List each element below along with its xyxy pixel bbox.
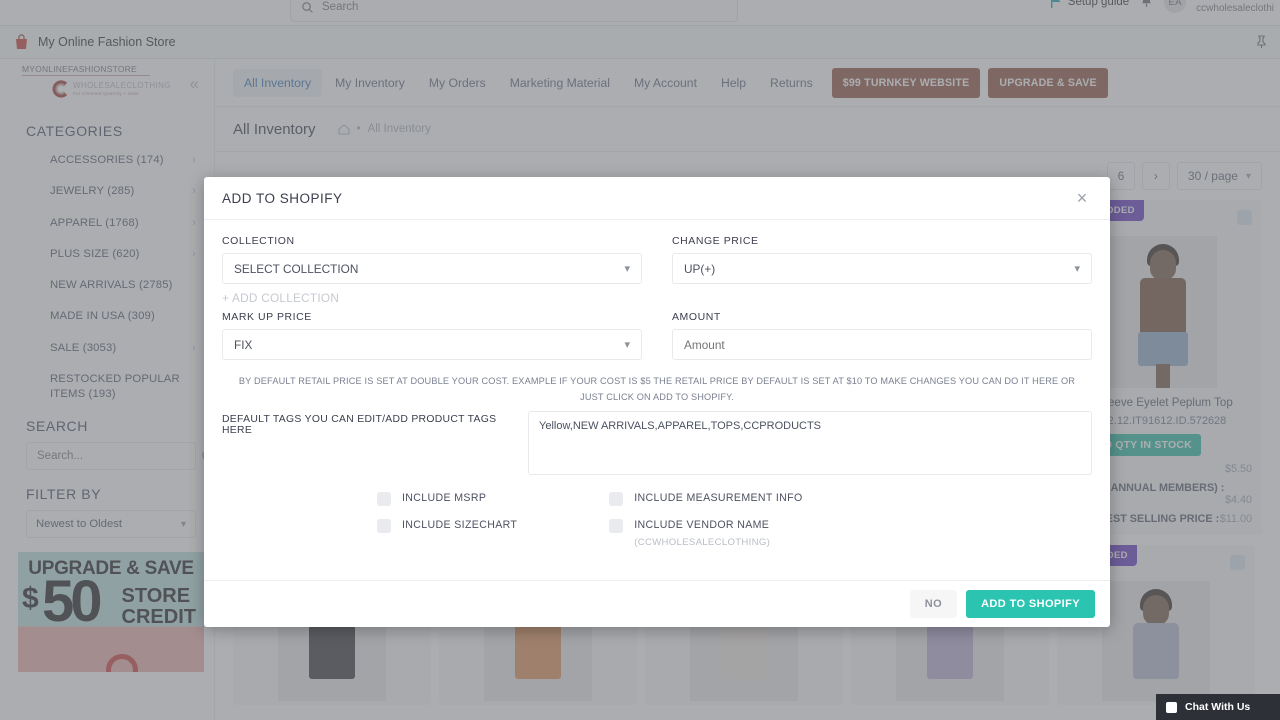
spacer	[672, 284, 1092, 309]
checkbox-include-msrp[interactable]: INCLUDE MSRP	[377, 491, 517, 506]
checkbox-label: INCLUDE MEASUREMENT INFO	[634, 491, 802, 506]
chat-label: Chat With Us	[1185, 701, 1250, 713]
chevron-down-icon: ▾	[624, 262, 630, 275]
modal-body: COLLECTION SELECT COLLECTION ▾ + ADD COL…	[204, 220, 1110, 580]
change-price-field: CHANGE PRICE UP(+) ▾	[672, 235, 1092, 309]
amount-label: AMOUNT	[672, 311, 1092, 323]
change-price-select[interactable]: UP(+) ▾	[672, 253, 1092, 284]
modal-footer: NO ADD TO SHOPIFY	[204, 580, 1110, 627]
checkbox-label-wrap: INCLUDE VENDOR NAME (CCWHOLESALECLOTHING…	[634, 518, 770, 550]
collection-select[interactable]: SELECT COLLECTION ▾	[222, 253, 642, 284]
checkbox-icon[interactable]	[377, 492, 391, 506]
tags-row: DEFAULT TAGS YOU CAN EDIT/ADD PRODUCT TA…	[222, 411, 1092, 475]
tags-textarea[interactable]	[528, 411, 1092, 475]
markup-select[interactable]: FIX ▾	[222, 329, 642, 360]
collection-field: COLLECTION SELECT COLLECTION ▾ + ADD COL…	[222, 235, 642, 309]
amount-input[interactable]	[672, 329, 1092, 360]
change-price-label: CHANGE PRICE	[672, 235, 1092, 247]
chevron-down-icon: ▾	[1074, 262, 1080, 275]
chat-icon	[1166, 702, 1177, 713]
change-price-value: UP(+)	[684, 262, 715, 276]
checkbox-icon[interactable]	[609, 519, 623, 533]
options-checkboxes: INCLUDE MSRP INCLUDE SIZECHART INCLUDE M…	[222, 491, 1092, 550]
close-icon[interactable]: ×	[1072, 189, 1092, 207]
markup-label: MARK UP PRICE	[222, 311, 642, 323]
vendor-name-value: (CCWHOLESALECLOTHING)	[634, 536, 770, 550]
chevron-down-icon: ▾	[624, 338, 630, 351]
checkbox-include-sizechart[interactable]: INCLUDE SIZECHART	[377, 518, 517, 533]
checkbox-label: INCLUDE MSRP	[402, 491, 486, 506]
checkbox-include-measurement-info[interactable]: INCLUDE MEASUREMENT INFO	[609, 491, 802, 506]
modal-header: ADD TO SHOPIFY ×	[204, 177, 1110, 220]
add-collection-link[interactable]: + ADD COLLECTION	[222, 291, 642, 305]
collection-label: COLLECTION	[222, 235, 642, 247]
row-markup-amount: MARK UP PRICE FIX ▾ AMOUNT	[222, 311, 1092, 360]
checkbox-column-left: INCLUDE MSRP INCLUDE SIZECHART	[377, 491, 517, 550]
amount-field: AMOUNT	[672, 311, 1092, 360]
checkbox-icon[interactable]	[609, 492, 623, 506]
add-to-shopify-button[interactable]: ADD TO SHOPIFY	[966, 590, 1095, 618]
checkbox-column-right: INCLUDE MEASUREMENT INFO INCLUDE VENDOR …	[609, 491, 802, 550]
checkbox-include-vendor-name[interactable]: INCLUDE VENDOR NAME (CCWHOLESALECLOTHING…	[609, 518, 802, 550]
row-collection-price: COLLECTION SELECT COLLECTION ▾ + ADD COL…	[222, 235, 1092, 309]
collection-value: SELECT COLLECTION	[234, 262, 358, 276]
markup-value: FIX	[234, 338, 252, 352]
chat-widget[interactable]: Chat With Us	[1156, 694, 1280, 720]
pricing-note: BY DEFAULT RETAIL PRICE IS SET AT DOUBLE…	[222, 360, 1092, 407]
checkbox-label: INCLUDE SIZECHART	[402, 518, 517, 533]
modal-title: ADD TO SHOPIFY	[222, 191, 343, 206]
tags-label: DEFAULT TAGS YOU CAN EDIT/ADD PRODUCT TA…	[222, 411, 510, 436]
checkbox-label: INCLUDE VENDOR NAME	[634, 519, 769, 531]
add-to-shopify-modal: ADD TO SHOPIFY × COLLECTION SELECT COLLE…	[204, 177, 1110, 627]
no-button[interactable]: NO	[910, 590, 957, 618]
app-root: Search Setup guide EA Edmond H ccwholesa…	[0, 0, 1280, 720]
markup-field: MARK UP PRICE FIX ▾	[222, 311, 642, 360]
checkbox-icon[interactable]	[377, 519, 391, 533]
